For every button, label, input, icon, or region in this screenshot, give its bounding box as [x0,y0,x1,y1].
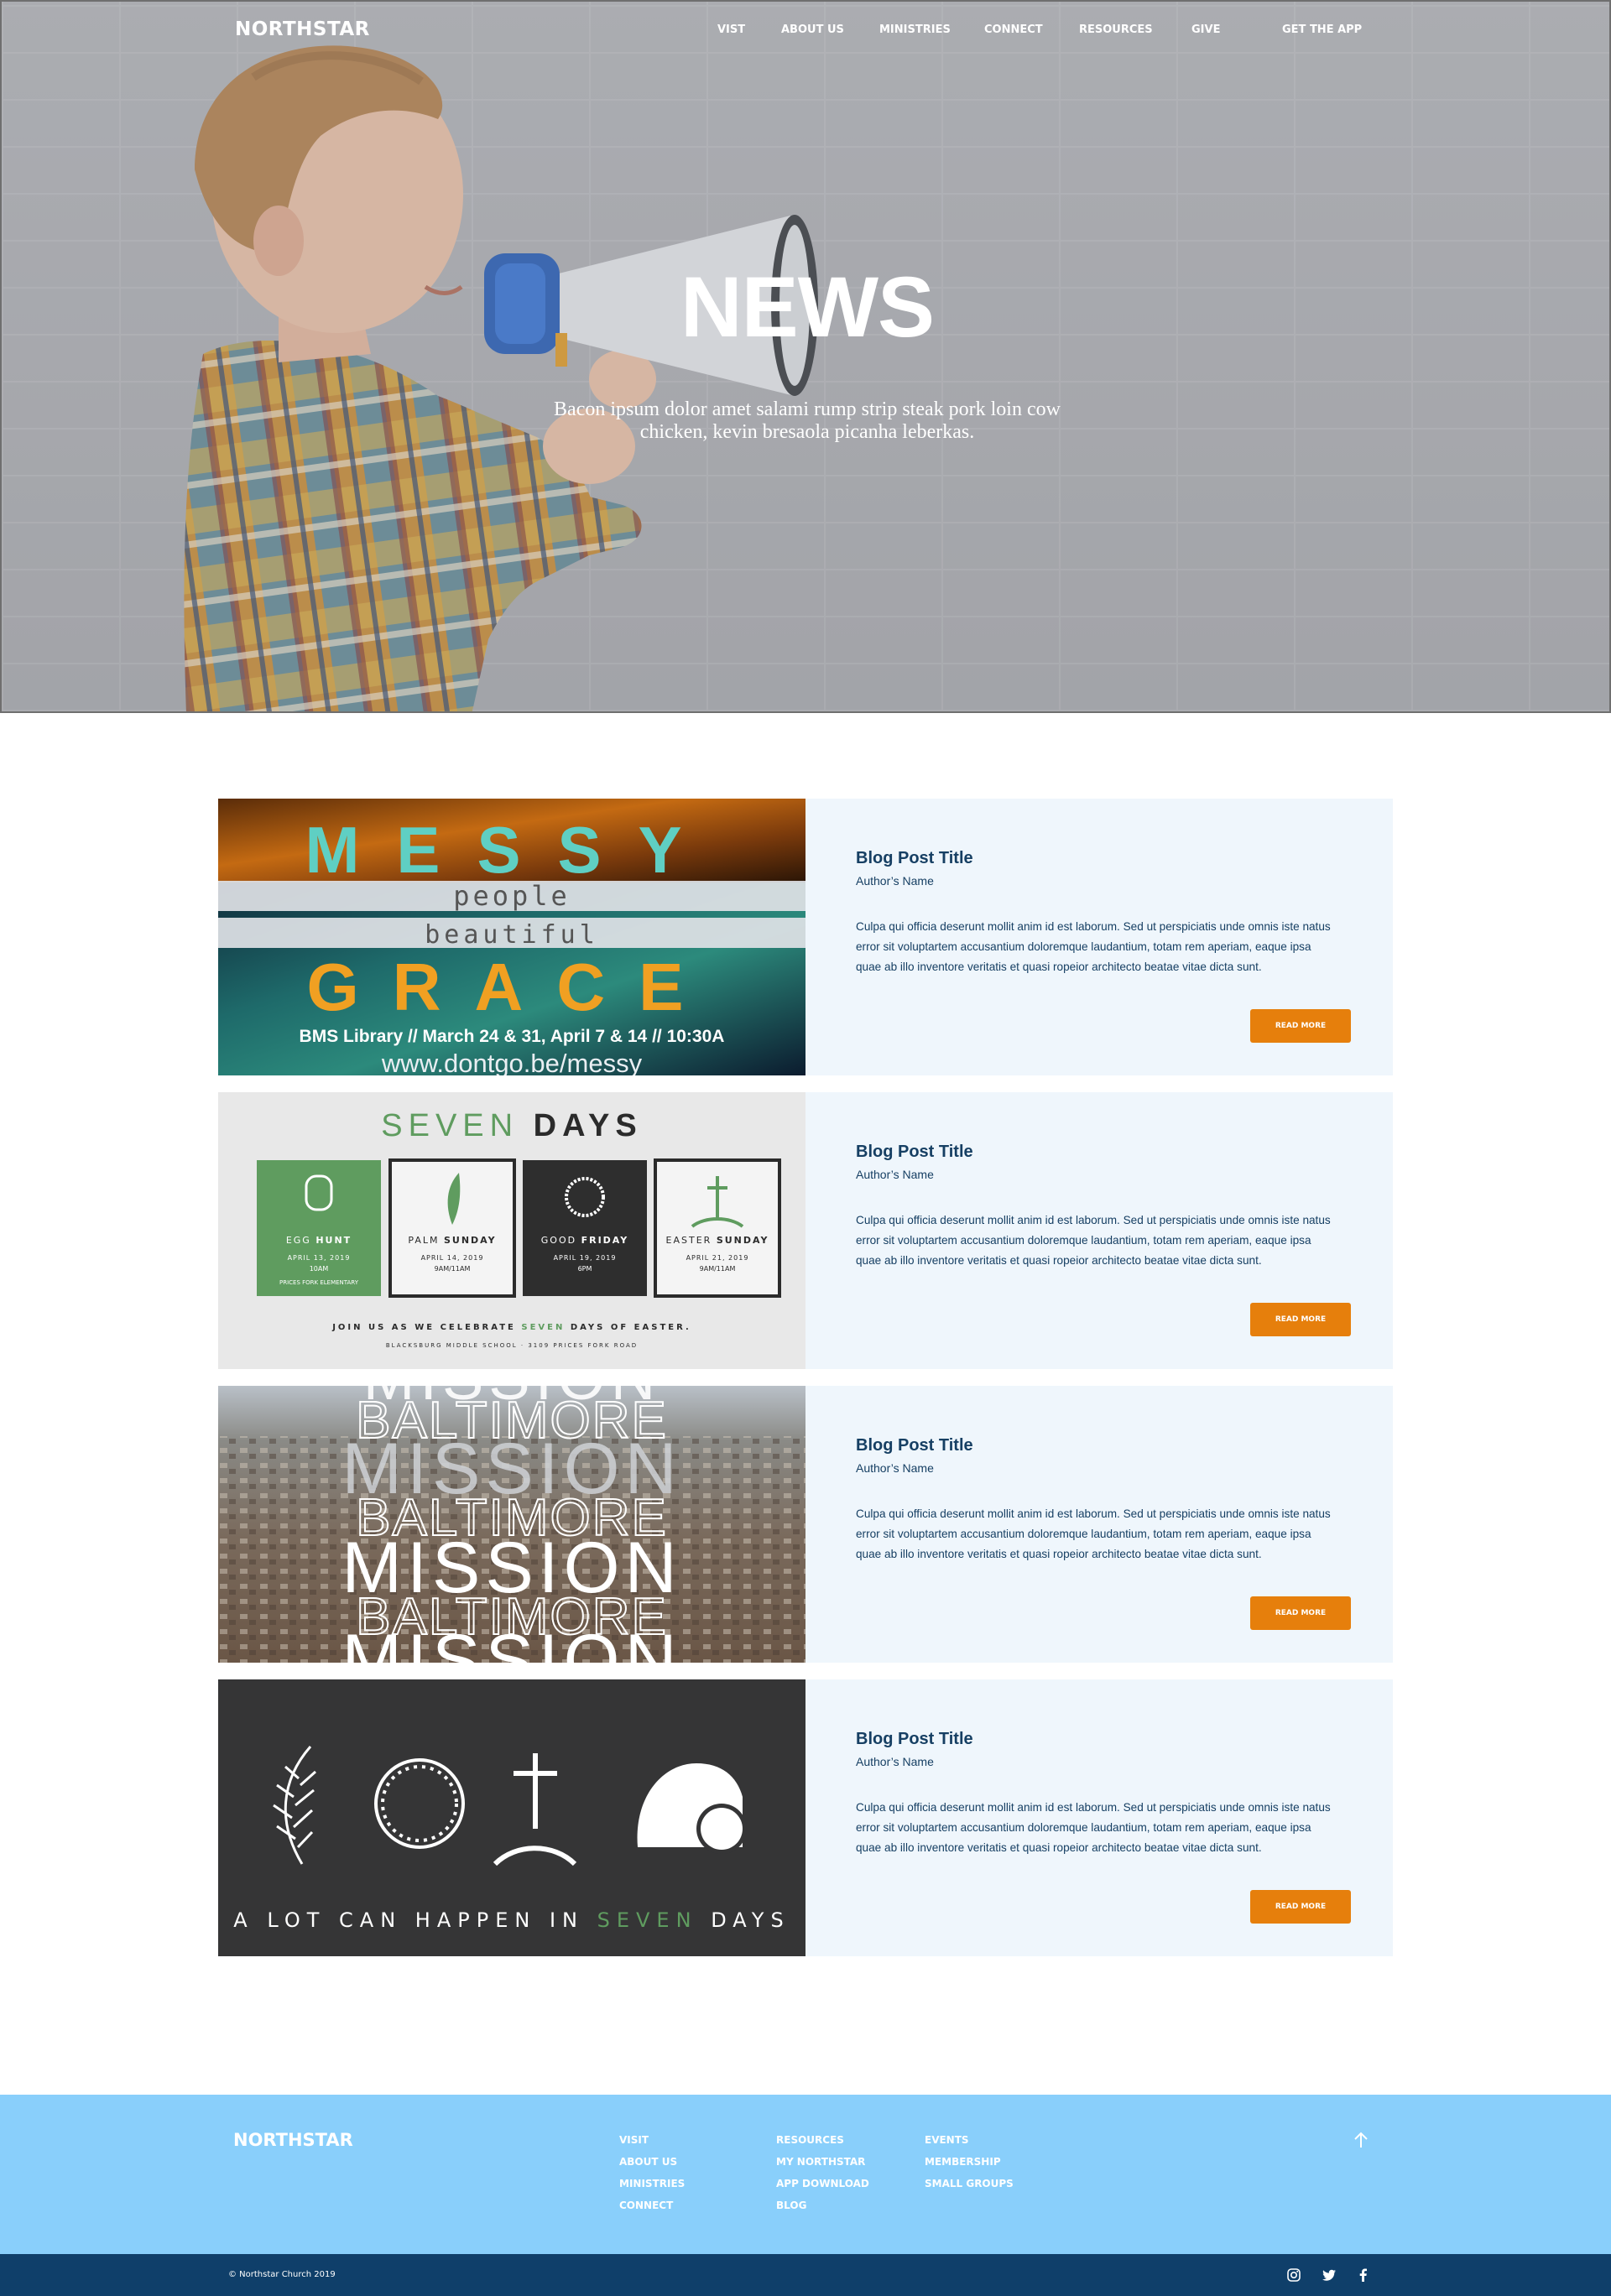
footer-link-connect[interactable]: CONNECT [619,2198,685,2220]
seven-days-artwork: SEVEN DAYS EGG HUNT APRIL 13, 2019 10AM … [218,1092,806,1369]
page-title: NEWS [680,259,935,355]
arrow-up-icon[interactable] [1351,2130,1371,2150]
svg-text:PALM SUNDAY: PALM SUNDAY [408,1235,496,1246]
footer-column-2: RESOURCES MY NORTHSTAR APP DOWNLOAD BLOG [776,2132,869,2220]
sub-footer: © Northstar Church 2019 [0,2254,1611,2296]
svg-text:APRIL 13, 2019: APRIL 13, 2019 [288,1254,351,1262]
footer-link-small-groups[interactable]: SMALL GROUPS [925,2176,1014,2198]
read-more-button[interactable]: READ MORE [1250,1596,1351,1630]
hero-subtitle: Bacon ipsum dolor amet salami rump strip… [554,398,1061,443]
post-title[interactable]: Blog Post Title [856,1730,973,1749]
footer-link-visit[interactable]: VISIT [619,2132,685,2154]
post-author: Author’s Name [856,1461,934,1475]
footer-link-about-us[interactable]: ABOUT US [619,2154,685,2176]
twitter-icon[interactable] [1321,2267,1337,2283]
post-image-mission-baltimore[interactable]: MISSION BALTIMORE MISSION BALTIMORE MISS… [218,1386,806,1663]
post-content: Blog Post Title Author’s Name Culpa qui … [806,1386,1393,1663]
event-url: www.dontgo.be/messy [381,1049,643,1075]
brand-logo[interactable]: NORTHSTAR [235,18,370,40]
grace-word: GRACE [307,950,717,1024]
svg-text:JOIN US AS WE CELEBRATE SEVEN: JOIN US AS WE CELEBRATE SEVEN DAYS OF EA… [331,1323,691,1332]
svg-text:SEVEN DAYS: SEVEN DAYS [381,1108,642,1143]
hero-banner: NORTHSTAR VIST ABOUT US MINISTRIES CONNE… [0,0,1611,713]
svg-text:MISSION: MISSION [341,1620,681,1663]
post-excerpt: Culpa qui officia deserunt mollit anim i… [856,1214,1331,1267]
svg-text:APRIL 14, 2019: APRIL 14, 2019 [421,1254,484,1262]
post-title[interactable]: Blog Post Title [856,1143,973,1162]
seven-word: SEVEN [381,1108,519,1143]
instagram-icon[interactable] [1285,2267,1302,2283]
post-image-seven-days[interactable]: SEVEN DAYS EGG HUNT APRIL 13, 2019 10AM … [218,1092,806,1369]
copyright-text: © Northstar Church 2019 [228,2270,336,2279]
post-author: Author’s Name [856,1755,934,1768]
get-the-app-link[interactable]: GET THE APP [1282,23,1362,36]
svg-text:APRIL 21, 2019: APRIL 21, 2019 [686,1254,749,1262]
footer-link-app-download[interactable]: APP DOWNLOAD [776,2176,869,2198]
nav-item-resources[interactable]: RESOURCES [1079,23,1153,36]
beautiful-word: beautiful [425,920,599,950]
facebook-icon[interactable] [1355,2267,1372,2283]
site-footer: NORTHSTAR VISIT ABOUT US MINISTRIES CONN… [0,2095,1611,2254]
nav-item-vist[interactable]: VIST [717,23,745,36]
svg-text:GOOD FRIDAY: GOOD FRIDAY [541,1235,628,1246]
svg-text:9AM/11AM: 9AM/11AM [700,1265,736,1273]
svg-text:EGG HUNT: EGG HUNT [286,1235,352,1246]
footer-link-events[interactable]: EVENTS [925,2132,1014,2154]
read-more-button[interactable]: READ MORE [1250,1890,1351,1924]
footer-link-my-northstar[interactable]: MY NORTHSTAR [776,2154,869,2176]
svg-text:APRIL 19, 2019: APRIL 19, 2019 [554,1254,617,1262]
read-more-button[interactable]: READ MORE [1250,1303,1351,1336]
days-word: DAYS [534,1108,643,1143]
post-image-messy-grace[interactable]: MESSY people beautiful GRACE BMS Library… [218,799,806,1075]
svg-text:PRICES FORK ELEMENTARY: PRICES FORK ELEMENTARY [279,1279,359,1286]
mission-baltimore-artwork: MISSION BALTIMORE MISSION BALTIMORE MISS… [218,1386,806,1663]
blog-post-card: MESSY people beautiful GRACE BMS Library… [218,799,1393,1075]
seven-days-symbols-artwork: A LOT CAN HAPPEN IN SEVEN DAYS [218,1679,806,1956]
nav-item-connect[interactable]: CONNECT [984,23,1043,36]
nav-item-give[interactable]: GIVE [1191,23,1220,36]
messy-word: MESSY [305,813,718,887]
post-content: Blog Post Title Author’s Name Culpa qui … [806,1679,1393,1956]
svg-text:BLACKSBURG MIDDLE SCHOOL · 310: BLACKSBURG MIDDLE SCHOOL · 3109 PRICES F… [386,1342,638,1349]
post-title[interactable]: Blog Post Title [856,1436,973,1455]
read-more-button[interactable]: READ MORE [1250,1009,1351,1043]
top-navigation: NORTHSTAR VIST ABOUT US MINISTRIES CONNE… [2,2,1609,57]
post-excerpt: Culpa qui officia deserunt mollit anim i… [856,1801,1331,1854]
post-excerpt: Culpa qui officia deserunt mollit anim i… [856,1507,1331,1560]
messy-grace-artwork: MESSY people beautiful GRACE BMS Library… [218,799,806,1075]
footer-link-blog[interactable]: BLOG [776,2198,869,2220]
post-content: Blog Post Title Author’s Name Culpa qui … [806,1092,1393,1369]
svg-text:6PM: 6PM [578,1265,592,1273]
hero-overlay [2,2,1609,711]
nav-item-about-us[interactable]: ABOUT US [781,23,844,36]
post-author: Author’s Name [856,874,934,888]
nav-item-ministries[interactable]: MINISTRIES [879,23,951,36]
blog-post-card: A LOT CAN HAPPEN IN SEVEN DAYS Blog Post… [218,1679,1393,1956]
post-content: Blog Post Title Author’s Name Culpa qui … [806,799,1393,1075]
post-image-seven-days-symbols[interactable]: A LOT CAN HAPPEN IN SEVEN DAYS [218,1679,806,1956]
people-word: people [453,880,571,912]
svg-text:9AM/11AM: 9AM/11AM [435,1265,471,1273]
blog-post-card: MISSION BALTIMORE MISSION BALTIMORE MISS… [218,1386,1393,1663]
svg-text:10AM: 10AM [310,1265,329,1273]
footer-column-1: VISIT ABOUT US MINISTRIES CONNECT [619,2132,685,2220]
svg-text:A LOT CAN HAPPEN IN SEVEN DAYS: A LOT CAN HAPPEN IN SEVEN DAYS [233,1908,790,1932]
footer-brand-logo[interactable]: NORTHSTAR [233,2130,353,2150]
footer-column-3: EVENTS MEMBERSHIP SMALL GROUPS [925,2132,1014,2198]
post-title[interactable]: Blog Post Title [856,849,973,868]
svg-text:EASTER SUNDAY: EASTER SUNDAY [666,1235,769,1246]
post-author: Author’s Name [856,1168,934,1181]
event-details: BMS Library // March 24 & 31, April 7 & … [300,1027,725,1046]
footer-link-ministries[interactable]: MINISTRIES [619,2176,685,2198]
blog-post-card: SEVEN DAYS EGG HUNT APRIL 13, 2019 10AM … [218,1092,1393,1369]
footer-link-resources[interactable]: RESOURCES [776,2132,869,2154]
footer-link-membership[interactable]: MEMBERSHIP [925,2154,1014,2176]
post-excerpt: Culpa qui officia deserunt mollit anim i… [856,920,1331,973]
